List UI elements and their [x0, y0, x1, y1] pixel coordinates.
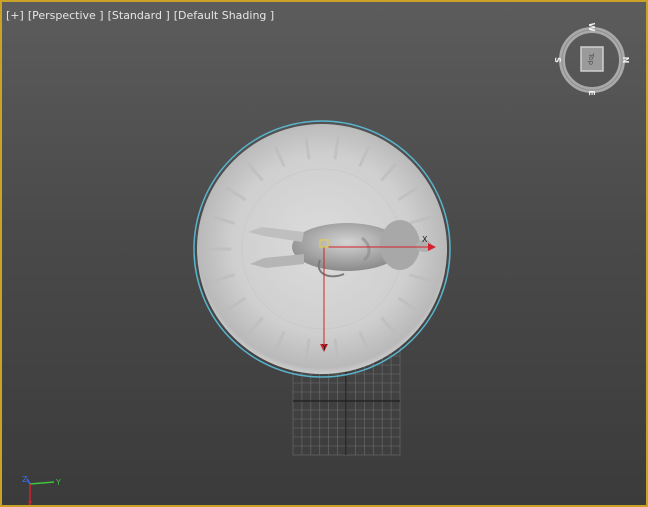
compass-south-label: S	[554, 57, 562, 63]
compass-west-label: W	[587, 23, 596, 32]
gizmo-x-label: X	[422, 235, 428, 244]
axis-tripod: Y X Z	[22, 475, 61, 507]
dog-head	[380, 220, 420, 270]
perspective-viewport[interactable]: [+] [Perspective ] [Standard ] [Default …	[0, 0, 648, 507]
compass-east-label: E	[587, 90, 596, 95]
viewcube-face-label: Top	[587, 52, 595, 65]
axis-x-label: X	[27, 500, 33, 507]
compass-north-label: N	[621, 57, 630, 64]
scene-canvas[interactable]: X Y	[2, 2, 648, 507]
axis-z-label: Z	[22, 475, 28, 484]
axis-y-line	[29, 481, 55, 485]
axis-y-label: Y	[55, 478, 61, 487]
viewcube[interactable]: Top W N E S	[554, 22, 630, 98]
gizmo-y-label: Y	[321, 343, 327, 352]
